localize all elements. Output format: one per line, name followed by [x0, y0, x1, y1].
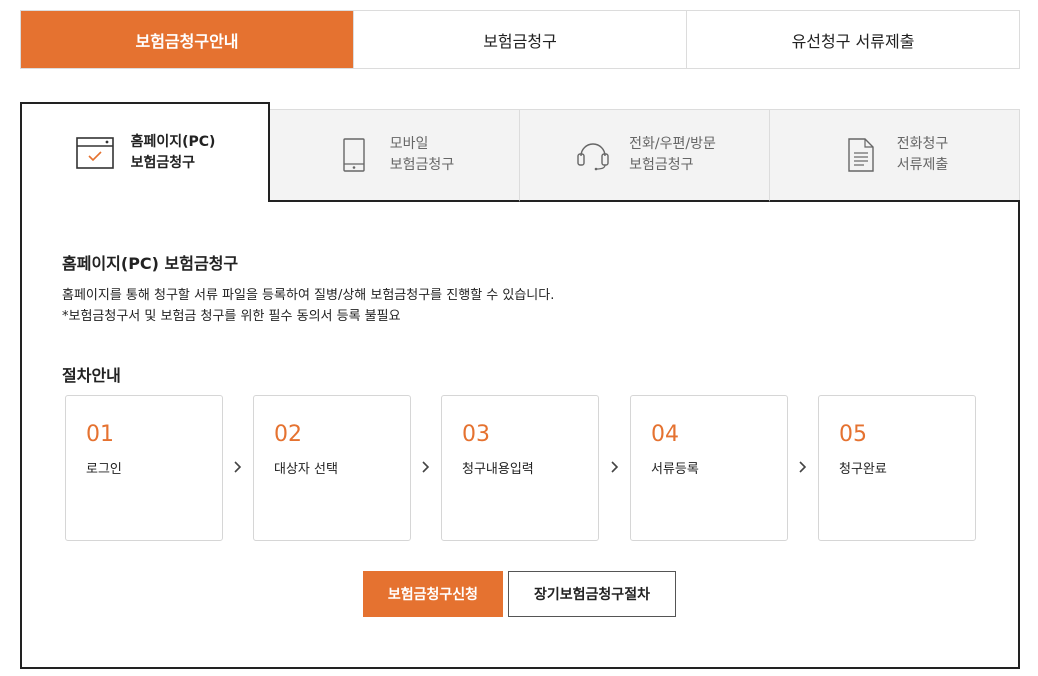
subtab-line1: 전화/우편/방문 [629, 136, 716, 152]
subtab-pc-homepage[interactable]: 홈페이지(PC) 보험금청구 [20, 102, 270, 202]
tab-claim[interactable]: 보험금청구 [353, 11, 686, 68]
subtab-line2: 보험금청구 [389, 157, 455, 173]
description-note: *보험금청구서 및 보험금 청구를 위한 필수 동의서 등록 불필요 [62, 309, 401, 324]
step-name: 로그인 [86, 462, 122, 477]
chevron-right-icon [233, 459, 243, 475]
description-line: 홈페이지를 통해 청구할 서류 파일을 등록하여 질병/상해 보험금청구를 진행… [62, 288, 555, 303]
browser-window-icon [75, 133, 115, 173]
step-number: 02 [274, 422, 302, 447]
headset-icon [573, 135, 613, 175]
claim-method-panel: 홈페이지(PC) 보험금청구 모바일 보험금청구 전화/우편/방문 보험금청구 … [20, 102, 1020, 669]
subtab-phone-mail-visit[interactable]: 전화/우편/방문 보험금청구 [519, 109, 769, 202]
long-term-claim-procedure-button[interactable]: 장기보험금청구절차 [508, 571, 676, 617]
step-card: 05 청구완료 [818, 395, 976, 541]
step-name: 청구내용입력 [462, 462, 534, 477]
step-number: 03 [462, 422, 490, 447]
section-title: 홈페이지(PC) 보험금청구 [62, 254, 239, 273]
chevron-right-icon [798, 459, 808, 475]
step-card: 01 로그인 [65, 395, 223, 541]
step-number: 04 [651, 422, 679, 447]
subtab-line2: 서류제출 [896, 157, 949, 173]
mobile-phone-icon [334, 135, 374, 175]
document-icon [841, 135, 881, 175]
subtab-mobile[interactable]: 모바일 보험금청구 [268, 109, 519, 202]
section-description: 홈페이지를 통해 청구할 서류 파일을 등록하여 질병/상해 보험금청구를 진행… [62, 285, 554, 327]
chevron-right-icon [610, 459, 620, 475]
chevron-right-icon [421, 459, 431, 475]
claim-apply-button[interactable]: 보험금청구신청 [363, 571, 503, 617]
top-tab-bar: 보험금청구안내 보험금청구 유선청구 서류제출 [20, 10, 1020, 69]
step-card: 04 서류등록 [630, 395, 788, 541]
procedure-steps: 01 로그인 02 대상자 선택 03 청구내용입력 04 서류등록 05 청구… [65, 395, 977, 541]
subtab-phone-document[interactable]: 전화청구 서류제출 [769, 109, 1020, 202]
step-name: 대상자 선택 [274, 462, 338, 477]
step-name: 청구완료 [839, 462, 887, 477]
subtab-line1: 전화청구 [896, 136, 949, 152]
step-number: 05 [839, 422, 867, 447]
tab-phone-document-submit[interactable]: 유선청구 서류제출 [686, 11, 1019, 68]
claim-method-tabs: 홈페이지(PC) 보험금청구 모바일 보험금청구 전화/우편/방문 보험금청구 … [20, 102, 1020, 202]
subtab-line1: 모바일 [389, 136, 429, 152]
step-name: 서류등록 [651, 462, 699, 477]
subtab-line2: 보험금청구 [130, 155, 195, 171]
tab-claim-guide[interactable]: 보험금청구안내 [21, 11, 353, 68]
step-number: 01 [86, 422, 114, 447]
subtab-line2: 보험금청구 [629, 157, 694, 173]
step-card: 02 대상자 선택 [253, 395, 411, 541]
procedure-title: 절차안내 [62, 366, 121, 385]
subtab-line1: 홈페이지(PC) [130, 134, 216, 150]
step-card: 03 청구내용입력 [441, 395, 599, 541]
